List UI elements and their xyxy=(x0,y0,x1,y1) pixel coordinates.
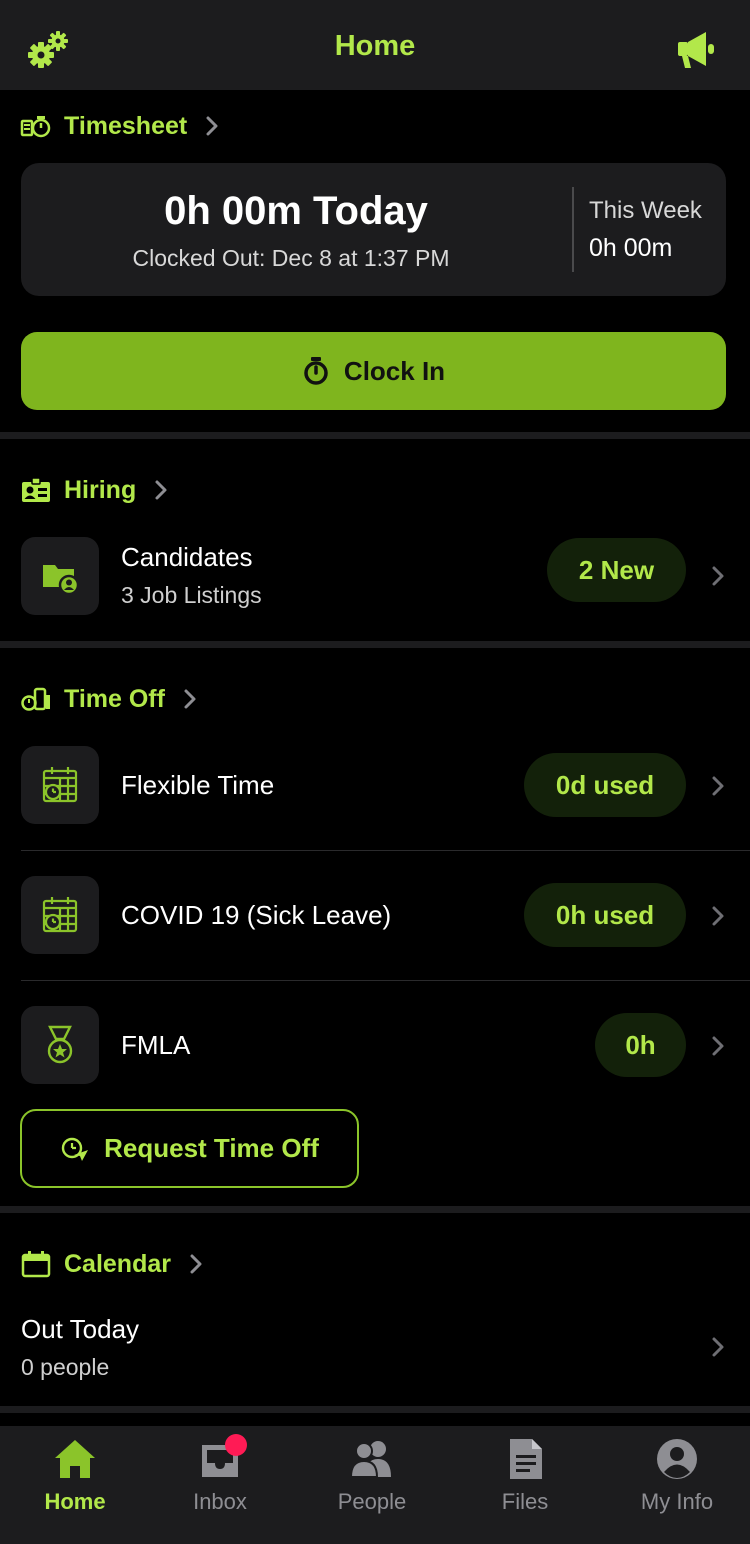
tab-label: Inbox xyxy=(193,1489,247,1514)
time-off-label: Flexible Time xyxy=(121,770,275,800)
clocked-out-status: Clocked Out: Dec 8 at 1:37 PM xyxy=(132,245,450,271)
chevron-right-icon xyxy=(712,906,724,926)
tab-inbox[interactable]: Inbox xyxy=(145,1426,295,1544)
clock-in-button[interactable]: Clock In xyxy=(21,332,726,410)
people-icon xyxy=(349,1441,391,1478)
chevron-right-icon xyxy=(712,776,724,796)
today-hours: 0h 00m Today xyxy=(164,189,428,233)
tab-label: My Info xyxy=(640,1489,714,1514)
stopwatch-icon xyxy=(304,357,328,385)
candidates-label: Candidates xyxy=(121,542,253,572)
chevron-right-icon xyxy=(712,566,724,586)
request-time-off-label: Request Time Off xyxy=(104,1133,319,1163)
chevron-right-icon xyxy=(206,116,218,136)
tab-label: People xyxy=(337,1489,407,1514)
inbox-notification-badge xyxy=(225,1434,247,1456)
time-off-row-flexible[interactable]: Flexible Time 0d used xyxy=(0,746,750,824)
this-week-value: 0h 00m xyxy=(589,234,673,262)
time-off-balance: 0d used xyxy=(524,753,686,817)
files-icon xyxy=(510,1439,542,1479)
tab-my-info[interactable]: My Info xyxy=(602,1426,750,1544)
chevron-right-icon xyxy=(190,1254,202,1274)
out-today-row[interactable]: Out Today 0 people xyxy=(0,1310,750,1380)
candidates-tile xyxy=(21,537,99,615)
chevron-right-icon xyxy=(155,480,167,500)
timesheet-section-link[interactable]: Timesheet xyxy=(20,108,219,144)
chevron-right-icon xyxy=(184,689,196,709)
calendar-section-link[interactable]: Calendar xyxy=(20,1246,203,1282)
user-icon xyxy=(657,1439,697,1479)
time-off-title: Time Off xyxy=(64,684,165,713)
flexible-time-tile xyxy=(21,746,99,824)
megaphone-icon[interactable] xyxy=(676,30,720,70)
new-candidates-badge: 2 New xyxy=(547,538,686,602)
out-today-label: Out Today xyxy=(21,1314,140,1344)
section-divider xyxy=(0,1406,750,1413)
section-divider xyxy=(0,432,750,439)
card-divider xyxy=(572,187,574,272)
page-title: Home xyxy=(334,30,416,62)
covid-tile xyxy=(21,876,99,954)
time-off-label: COVID 19 (Sick Leave) xyxy=(121,900,392,930)
timesheet-card[interactable]: 0h 00m Today Clocked Out: Dec 8 at 1:37 … xyxy=(21,163,726,296)
timesheet-title: Timesheet xyxy=(64,111,188,140)
time-off-label: FMLA xyxy=(121,1030,191,1060)
tab-label: Home xyxy=(44,1489,106,1514)
job-listings-count: 3 Job Listings xyxy=(121,582,262,608)
folder-user-icon xyxy=(43,565,80,596)
section-divider xyxy=(0,1206,750,1213)
tab-home[interactable]: Home xyxy=(0,1426,150,1544)
time-off-icon xyxy=(21,687,50,711)
time-off-row-fmla[interactable]: FMLA 0h xyxy=(0,1006,750,1084)
time-off-balance: 0h used xyxy=(524,883,686,947)
time-off-section-link[interactable]: Time Off xyxy=(20,681,197,717)
tab-files[interactable]: Files xyxy=(450,1426,600,1544)
out-today-count: 0 people xyxy=(21,1354,110,1380)
bottom-tab-bar: Home Inbox People Files My Info xyxy=(0,1426,750,1544)
top-header: Home xyxy=(0,0,750,90)
time-off-balance: 0h xyxy=(595,1013,686,1077)
clock-in-label: Clock In xyxy=(343,355,446,386)
calendar-title: Calendar xyxy=(64,1249,171,1278)
tab-label: Files xyxy=(501,1489,549,1514)
time-off-row-covid[interactable]: COVID 19 (Sick Leave) 0h used xyxy=(0,876,750,954)
hiring-section-link[interactable]: Hiring xyxy=(20,472,168,508)
calendar-clock-icon xyxy=(42,767,78,803)
timesheet-icon xyxy=(20,116,51,138)
candidates-row[interactable]: Candidates 3 Job Listings 2 New xyxy=(0,537,750,615)
medal-icon xyxy=(47,1025,73,1064)
row-separator xyxy=(21,850,750,851)
hiring-title: Hiring xyxy=(64,475,137,504)
row-separator xyxy=(21,980,750,981)
calendar-clock-icon xyxy=(42,897,78,933)
chevron-right-icon xyxy=(712,1036,724,1056)
chevron-right-icon xyxy=(712,1337,724,1357)
home-icon xyxy=(55,1440,95,1478)
calendar-icon xyxy=(21,1251,51,1278)
fmla-tile xyxy=(21,1006,99,1084)
request-plane-icon xyxy=(61,1137,89,1161)
this-week-label: This Week xyxy=(589,197,702,224)
request-time-off-button[interactable]: Request Time Off xyxy=(20,1109,359,1188)
id-card-icon xyxy=(22,477,50,502)
section-divider xyxy=(0,641,750,648)
tab-people[interactable]: People xyxy=(297,1426,447,1544)
